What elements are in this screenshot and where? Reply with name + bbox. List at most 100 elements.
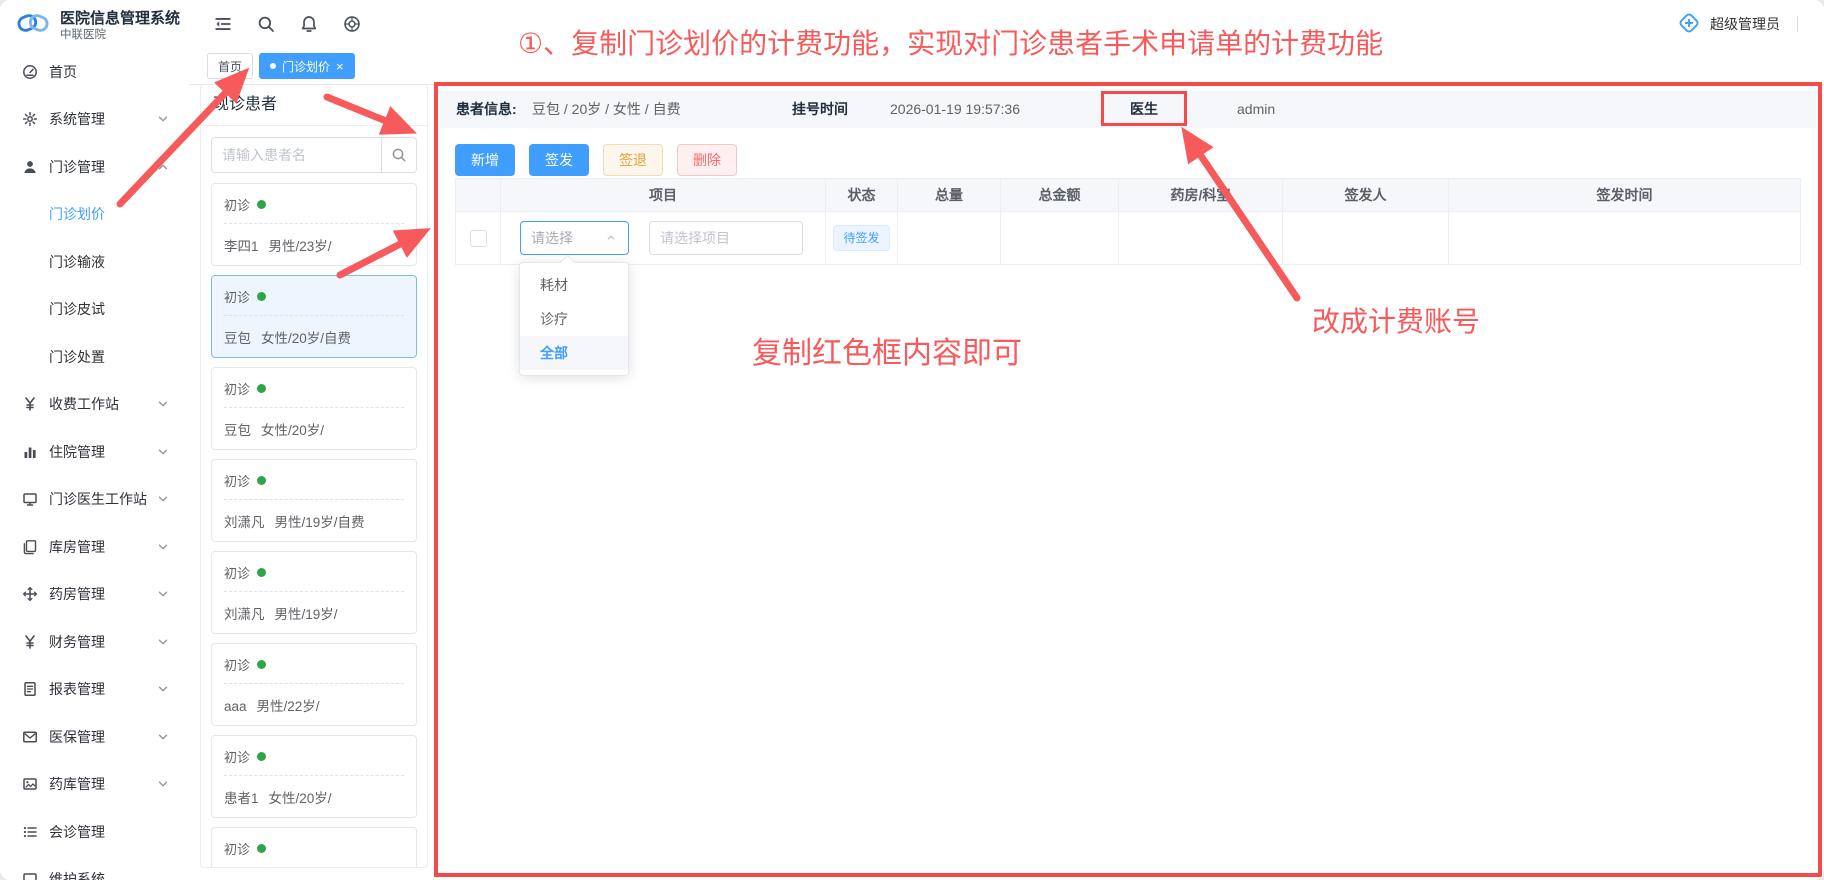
dropdown-option-1[interactable]: 诊疗 — [520, 302, 628, 336]
sidebar-item-charging-station[interactable]: 收费工作站 — [0, 381, 190, 429]
visit-type-label: 初诊 — [224, 287, 250, 306]
sidebar-item-outpatient-skin-test[interactable]: 门诊皮试 — [0, 286, 190, 334]
tab-outpatient-pricing[interactable]: 门诊划价× — [259, 53, 355, 79]
patient-summary: 豆包女性/20岁/ — [224, 419, 404, 437]
row-controls: 请选择 — [501, 221, 825, 255]
chevron-down-icon — [156, 587, 170, 601]
sidebar-item-system[interactable]: 系统管理 — [0, 96, 190, 144]
patient-search-box — [211, 137, 417, 173]
sidebar-item-label: 维护系统 — [49, 869, 105, 880]
sidebar-item-label: 住院管理 — [49, 442, 105, 462]
patient-meta: 女性/20岁/ — [269, 791, 332, 806]
sidebar-item-insurance[interactable]: 医保管理 — [0, 713, 190, 761]
admin-badge-icon — [1677, 11, 1701, 38]
patient-search-input[interactable] — [212, 147, 381, 163]
item-type-select[interactable]: 请选择 — [520, 221, 629, 255]
patient-name: 李四1 — [224, 239, 259, 254]
sidebar-item-outpatient[interactable]: 门诊管理 — [0, 143, 190, 191]
patient-card[interactable]: 初诊 — [211, 827, 417, 868]
patient-meta: 男性/22岁/ — [257, 699, 320, 714]
patient-list: 初诊李四1男性/23岁/初诊豆包女性/20岁/自费初诊豆包女性/20岁/初诊刘潇… — [211, 183, 417, 868]
chevron-down-icon — [156, 777, 170, 791]
status-dot-icon — [257, 292, 266, 301]
sidebar-subitem-label: 门诊皮试 — [49, 299, 105, 319]
sidebar-item-outpatient-disposal[interactable]: 门诊处置 — [0, 333, 190, 381]
annotation-middle: 复制红色框内容即可 — [752, 328, 1022, 372]
user-block[interactable]: 超级管理员 — [1677, 0, 1798, 48]
search-icon[interactable] — [257, 15, 275, 33]
sidebar-item-outpatient-pricing[interactable]: 门诊划价 — [0, 191, 190, 239]
item-search-input[interactable] — [649, 221, 803, 255]
sidebar-item-reports[interactable]: 报表管理 — [0, 666, 190, 714]
patient-card[interactable]: 初诊aaa男性/22岁/ — [211, 643, 417, 726]
patient-visit-type: 初诊 — [224, 286, 404, 306]
patient-card[interactable]: 初诊李四1男性/23岁/ — [211, 183, 417, 266]
visit-type-label: 初诊 — [224, 471, 250, 490]
gear-icon — [22, 111, 38, 127]
sidebar-item-label: 会诊管理 — [49, 822, 105, 842]
sidebar-item-warehouse[interactable]: 库房管理 — [0, 523, 190, 571]
patient-visit-type: 初诊 — [224, 654, 404, 674]
sidebar-item-outpatient-infusion[interactable]: 门诊输液 — [0, 238, 190, 286]
visit-type-label: 初诊 — [224, 195, 250, 214]
patient-name: 豆包 — [224, 423, 251, 438]
sidebar-item-home[interactable]: 首页 — [0, 48, 190, 96]
patient-card[interactable]: 初诊豆包女性/20岁/ — [211, 367, 417, 450]
sidebar-item-label: 首页 — [49, 62, 77, 82]
sidebar-item-label: 财务管理 — [49, 632, 105, 652]
fullscreen-icon[interactable] — [343, 15, 361, 33]
billing-items-table: 项目状态总量总金额药房/科室签发人签发时间 请选择 — [455, 178, 1801, 265]
column-header: 签发人 — [1283, 179, 1449, 212]
patient-visit-type: 初诊 — [224, 562, 404, 582]
bar-chart-icon — [22, 444, 38, 460]
patient-card[interactable]: 初诊豆包女性/20岁/自费 — [211, 275, 417, 358]
status-dot-icon — [257, 752, 266, 761]
sidebar-item-pharmacy[interactable]: 药房管理 — [0, 571, 190, 619]
card-divider — [224, 407, 404, 408]
sidebar-item-drug-storage[interactable]: 药库管理 — [0, 761, 190, 809]
patient-name: 患者1 — [224, 791, 259, 806]
chevron-down-icon — [156, 635, 170, 649]
sidebar-item-label: 药库管理 — [49, 774, 105, 794]
tab-home[interactable]: 首页 — [207, 53, 253, 79]
patient-info-label: 患者信息: — [456, 91, 517, 128]
patient-summary: 患者1 女性/20岁/ — [224, 787, 404, 805]
patient-summary: 豆包女性/20岁/自费 — [224, 327, 404, 345]
issuer-cell — [1283, 212, 1449, 265]
sidebar-item-finance[interactable]: 财务管理 — [0, 618, 190, 666]
list-icon — [22, 824, 38, 840]
sidebar-subitem-label: 门诊输液 — [49, 252, 105, 272]
chevron-down-icon — [156, 445, 170, 459]
add-button[interactable]: 新增 — [455, 144, 515, 176]
doctor-value: admin — [1237, 91, 1275, 128]
patient-card[interactable]: 初诊患者1女性/20岁/ — [211, 735, 417, 818]
issue-time-cell — [1449, 212, 1801, 265]
row-checkbox[interactable] — [470, 230, 487, 247]
menu-collapse-icon[interactable] — [214, 15, 232, 33]
bell-icon[interactable] — [300, 15, 318, 33]
delete-button[interactable]: 删除 — [677, 144, 737, 176]
dropdown-option-0[interactable]: 耗材 — [520, 268, 628, 302]
sidebar-subitem-label: 门诊划价 — [49, 204, 105, 224]
monitor-icon — [22, 871, 38, 880]
sidebar-item-consultation[interactable]: 会诊管理 — [0, 808, 190, 856]
yen-icon — [22, 396, 38, 412]
sidebar-item-outpatient-doctor-station[interactable]: 门诊医生工作站 — [0, 476, 190, 524]
patient-visit-type: 初诊 — [224, 194, 404, 214]
issue-button[interactable]: 签发 — [529, 144, 589, 176]
tab-close-icon[interactable]: × — [336, 60, 344, 73]
card-divider — [224, 591, 404, 592]
sidebar-item-maintenance[interactable]: 维护系统 — [0, 856, 190, 880]
pharmacy-dept-cell — [1119, 212, 1283, 265]
chevron-down-icon — [156, 112, 170, 126]
chevron-down-icon — [156, 682, 170, 696]
search-icon[interactable] — [382, 147, 416, 163]
check-out-button[interactable]: 签退 — [603, 144, 663, 176]
patient-card[interactable]: 初诊刘潇凡男性/19岁/自费 — [211, 459, 417, 542]
dropdown-option-2[interactable]: 全部 — [520, 336, 628, 370]
total-amount-cell — [1001, 212, 1119, 265]
patient-meta: 男性/19岁/ — [275, 607, 338, 622]
patient-card[interactable]: 初诊刘潇凡男性/19岁/ — [211, 551, 417, 634]
sidebar-item-inpatient[interactable]: 住院管理 — [0, 428, 190, 476]
card-divider — [224, 223, 404, 224]
